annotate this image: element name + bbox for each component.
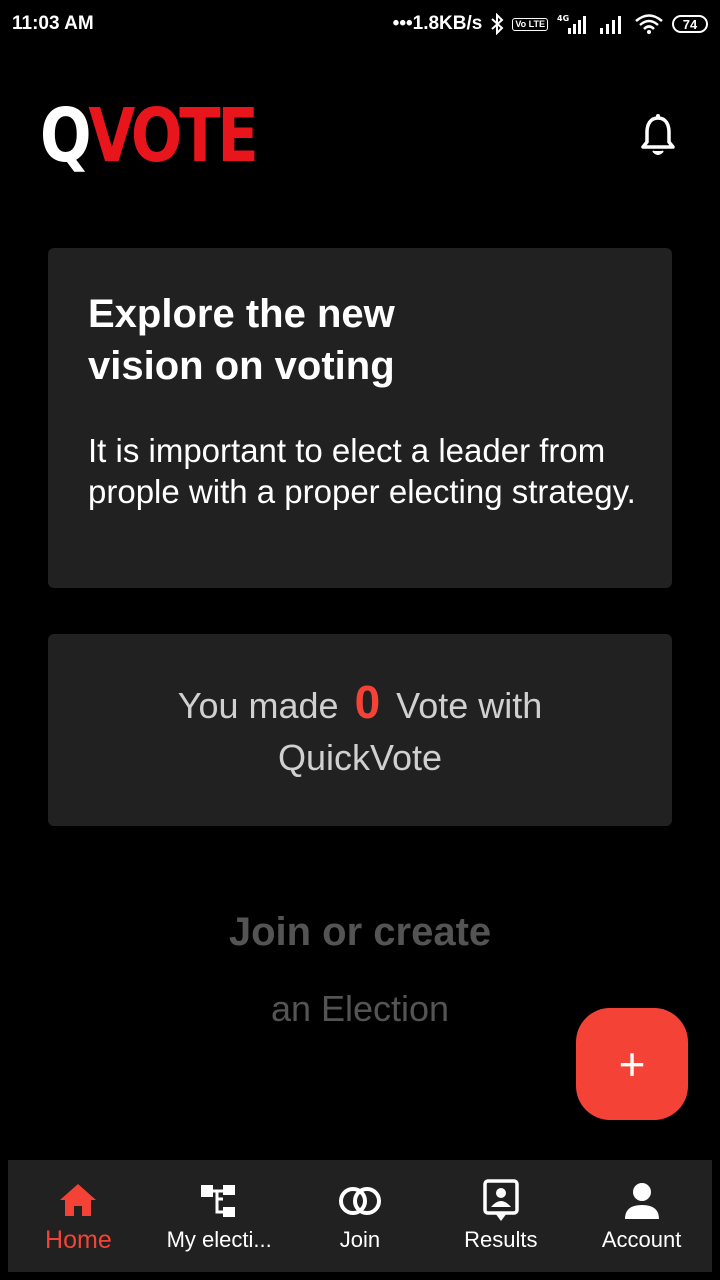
nav-item-my-elections[interactable]: My electi...	[149, 1160, 289, 1272]
explore-title: Explore the new vision on voting	[88, 292, 395, 388]
join-title: Join or create	[228, 910, 492, 954]
nav-label-account: Account	[601, 1227, 682, 1252]
elections-icon	[197, 1179, 241, 1223]
votes-card: You made 0 Vote with QuickVote	[48, 634, 672, 826]
nav-item-home[interactable]: Home	[8, 1160, 148, 1272]
nav-item-results[interactable]: Results	[431, 1160, 571, 1272]
nav-label-join: Join	[339, 1227, 381, 1252]
bluetooth-icon	[490, 13, 504, 35]
logo-q: Q	[40, 93, 92, 179]
nav-item-account[interactable]: Account	[572, 1160, 712, 1272]
home-icon	[56, 1178, 100, 1222]
volte-badge: Vo LTE	[512, 17, 548, 31]
logo-vote: VOTE	[88, 93, 258, 179]
app-screen: 11:03 AM •••1.8KB/s Vo LTE 4G 74 QVOTE E…	[0, 0, 720, 1280]
wifi-icon	[634, 13, 664, 35]
app-logo: QVOTE	[40, 93, 259, 179]
join-icon	[338, 1179, 382, 1223]
votes-summary: You made 0 Vote with QuickVote	[145, 676, 575, 784]
nav-label-results: Results	[464, 1227, 538, 1252]
bottom-nav: Home My electi... Join Results Account	[8, 1160, 712, 1272]
status-time: 11:03 AM	[12, 13, 94, 34]
votes-prefix: You made	[177, 685, 339, 726]
signal-4g-icon: 4G	[556, 13, 590, 35]
explore-card: Explore the new vision on voting It is i…	[48, 248, 672, 588]
app-header: QVOTE	[40, 96, 680, 176]
explore-body: It is important to elect a leader from p…	[88, 432, 636, 510]
net-speed: •••1.8KB/s	[392, 13, 483, 34]
status-bar: 11:03 AM •••1.8KB/s Vo LTE 4G 74	[0, 0, 720, 48]
plus-icon: +	[618, 1038, 646, 1090]
nav-label-home: Home	[45, 1225, 112, 1254]
bell-icon[interactable]	[640, 114, 676, 158]
nav-item-join[interactable]: Join	[290, 1160, 430, 1272]
votes-count: 0	[354, 676, 381, 728]
svg-text:4G: 4G	[557, 14, 569, 23]
battery-indicator: 74	[672, 15, 708, 33]
status-indicators: •••1.8KB/s Vo LTE 4G 74	[393, 13, 708, 35]
signal-icon	[598, 13, 626, 35]
create-election-button[interactable]: +	[576, 1008, 688, 1120]
account-icon	[620, 1179, 664, 1223]
nav-label-my-elections: My electi...	[166, 1227, 272, 1252]
results-icon	[479, 1179, 523, 1223]
